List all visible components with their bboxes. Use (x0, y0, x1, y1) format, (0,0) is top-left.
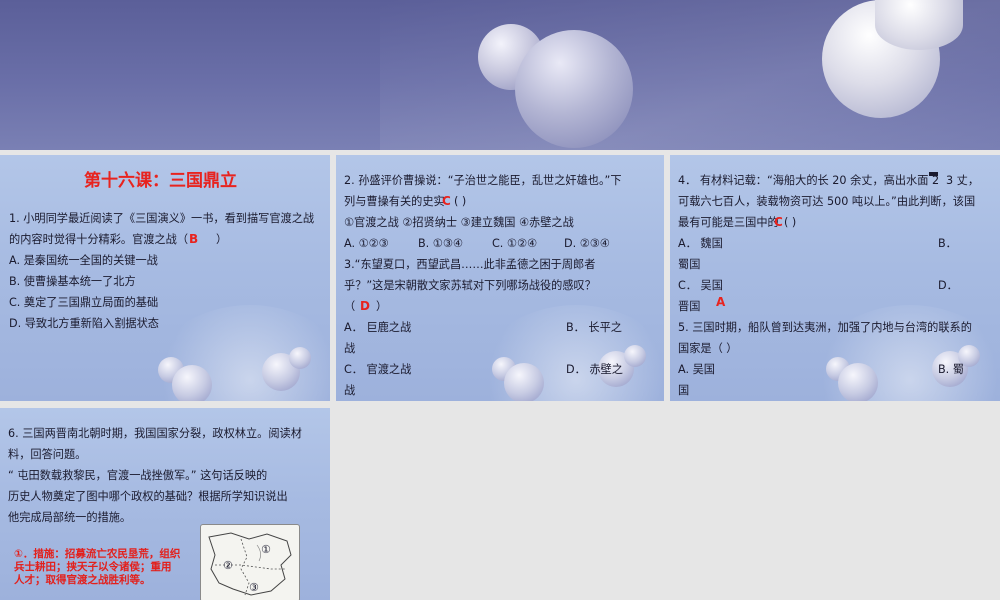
decorative-sphere (504, 363, 544, 401)
question-text: 5. 三国时期，船队曾到达夷洲，加强了内地与台湾的联系的 (678, 321, 972, 334)
answer-option: 晋国 (678, 300, 701, 313)
decorative-sphere (875, 0, 963, 50)
answer-option: A. 吴国 (678, 363, 715, 376)
question-text: “ 屯田数载救黎民，官渡一战挫傲军。” 这句话反映的 (8, 469, 268, 482)
answer-option: B. 蜀 (938, 363, 964, 376)
slide-thumbnail-1[interactable]: 第十六课：三国鼎立 1. 小明同学最近阅读了《三国演义》一书，看到描写官渡之战 … (0, 155, 330, 401)
answer-option: D. 导致北方重新陷入割据状态 (9, 317, 159, 330)
inline-range-mark (929, 172, 938, 176)
answer-option: A. 是秦国统一全国的关键一战 (9, 254, 158, 267)
answer-option: B. ①③④ (418, 237, 463, 250)
question-text: 可载六七百人，装载物资可达 500 吨以上。”由此判断，该国 (678, 195, 976, 208)
answer-option: A． 魏国 (678, 237, 723, 250)
answer-option: 战 (344, 342, 356, 355)
question-text: 2. 孙盛评价曹操说：“子治世之能臣，乱世之奸雄也。”下 (344, 174, 622, 187)
question-text: ( ) (454, 195, 467, 208)
question-text: 列与曹操有关的史实 (344, 195, 445, 208)
answer-text: 兵士耕田；挟天子以令诸侯；重用 (14, 561, 172, 573)
map-region-label: ③ (249, 581, 259, 594)
question-text: 的内容时觉得十分精彩。官渡之战（ (9, 233, 189, 246)
slide-thumbnail-4[interactable]: 6. 三国两晋南北朝时期，我国国家分裂，政权林立。阅读材 料，回答问题。 “ 屯… (0, 408, 330, 600)
answer-option: D. ②③④ (564, 237, 610, 250)
three-kingdoms-map: ① ② ③ (200, 524, 300, 600)
map-region-label: ① (261, 543, 271, 556)
answer-option: D． (938, 279, 958, 292)
answer-mark: A (716, 295, 726, 309)
lesson-title: 第十六课：三国鼎立 (84, 171, 237, 191)
question-text: （ (344, 300, 356, 313)
decorative-sphere (515, 30, 633, 148)
decorative-sphere (624, 345, 646, 367)
question-text: 国家是（ ） (678, 342, 738, 355)
question-text: 3 丈， (946, 174, 980, 187)
question-text: 6. 三国两晋南北朝时期，我国国家分裂，政权林立。阅读材 (8, 427, 302, 440)
question-items: ①官渡之战 ②招贤纳士 ③建立魏国 ④赤壁之战 (344, 216, 574, 229)
decorative-sphere (289, 347, 311, 369)
answer-mark: B (189, 232, 199, 246)
answer-option: C. 奠定了三国鼎立局面的基础 (9, 296, 159, 309)
answer-text: 人才；取得官渡之战胜利等。 (14, 574, 151, 586)
decorative-sphere (838, 363, 878, 401)
answer-option: C. ①②④ (492, 237, 538, 250)
answer-option: C． 官渡之战 (344, 363, 412, 376)
question-text: ( ) (784, 216, 797, 229)
header-banner (0, 0, 1000, 150)
question-text: ） (216, 233, 228, 246)
slide-thumbnail-3[interactable]: 4． 有材料记载：“海船大的长 20 余丈，高出水面 2 3 丈， 可载六七百人… (670, 155, 1000, 401)
question-text: 1. 小明同学最近阅读了《三国演义》一书，看到描写官渡之战 (9, 212, 315, 225)
answer-option: D． 赤壁之 (566, 363, 623, 376)
question-text: 料，回答问题。 (8, 448, 87, 461)
question-text: 乎？”这是宋朝散文家苏轼对下列哪场战役的感叹？ (344, 279, 596, 292)
question-text: 最有可能是三国中的 (678, 216, 779, 229)
answer-option: A． 巨鹿之战 (344, 321, 412, 334)
question-text: 4． 有材料记载：“海船大的长 20 余丈，高出水面 2 (678, 174, 940, 187)
decorative-sphere (172, 365, 212, 401)
question-text: 3.“东望夏口，西望武昌……此非孟德之困于周郎者 (344, 258, 596, 271)
answer-option: 蜀国 (678, 258, 701, 271)
slide-thumbnail-2[interactable]: 2. 孙盛评价曹操说：“子治世之能臣，乱世之奸雄也。”下 列与曹操有关的史实 C… (336, 155, 664, 401)
answer-text: ①．措施：招募流亡农民垦荒，组织 (14, 548, 181, 560)
answer-option: 战 (344, 384, 356, 397)
answer-option: A. ①②③ (344, 237, 389, 250)
answer-option: B． (938, 237, 957, 250)
question-text: 历史人物奠定了图中哪个政权的基础？根据所学知识说出 (8, 490, 288, 503)
question-text: 他完成局部统一的措施。 (8, 511, 132, 524)
answer-mark: C (442, 194, 451, 208)
answer-mark: D (360, 299, 370, 313)
question-text: ） (376, 300, 388, 313)
answer-mark: C (774, 215, 783, 229)
answer-option: 国 (678, 384, 690, 397)
answer-option: B. 使曹操基本统一了北方 (9, 275, 136, 288)
answer-option: B． 长平之 (566, 321, 622, 334)
map-region-label: ② (223, 559, 233, 572)
